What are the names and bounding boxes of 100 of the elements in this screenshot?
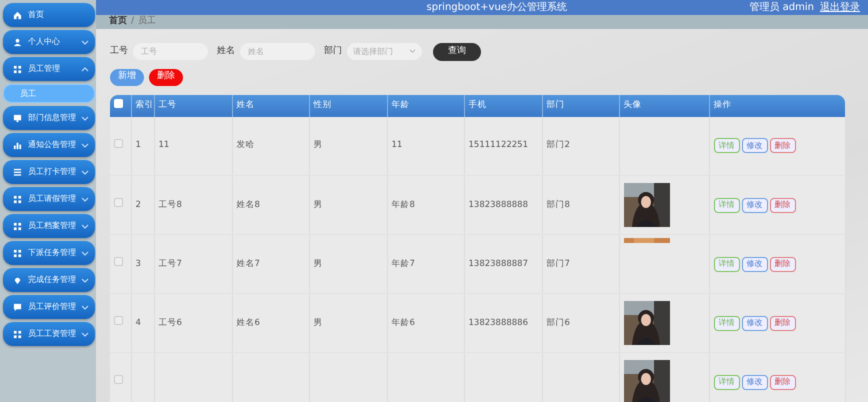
edit-button[interactable]: 修改: [742, 256, 768, 272]
column-header[interactable]: 手机: [468, 100, 486, 110]
sidebar-item[interactable]: 员工档案管理: [3, 214, 95, 238]
table-cell: 部门2: [546, 140, 570, 150]
filter-label: 工号: [110, 44, 128, 58]
column-header[interactable]: 部门: [546, 100, 564, 110]
table-cell: 姓名8: [236, 200, 260, 210]
detail-button[interactable]: 详情: [714, 256, 740, 272]
chevron-down-icon: [81, 169, 89, 175]
delete-button[interactable]: 删除: [770, 198, 796, 212]
grid-icon: [13, 222, 22, 230]
sidebar-item[interactable]: 完成任务管理: [3, 268, 95, 292]
bar-chart-icon: [13, 140, 22, 150]
chevron-down-icon: [81, 304, 89, 310]
grid-icon: [13, 64, 22, 74]
column-header[interactable]: 头像: [624, 100, 642, 110]
table-cell: 男: [314, 200, 322, 210]
edit-button[interactable]: 修改: [742, 316, 768, 330]
sidebar-subitem[interactable]: 员工: [3, 84, 95, 103]
detail-button[interactable]: 详情: [714, 198, 740, 212]
row-checkbox[interactable]: [114, 375, 123, 384]
row-checkbox[interactable]: [114, 198, 123, 208]
filter-label: 姓名: [217, 44, 235, 58]
filter-label: 部门: [324, 44, 342, 58]
column-header[interactable]: 性别: [314, 100, 332, 110]
table-cell: 男: [314, 258, 322, 269]
table-cell: 11: [158, 140, 170, 150]
user-icon: [13, 38, 22, 46]
table-cell: 15111122251: [468, 140, 528, 150]
breadcrumb-item[interactable]: 首页: [109, 15, 127, 28]
grid-icon: [13, 248, 22, 258]
column-header[interactable]: 年龄: [392, 100, 410, 110]
table-cell: 年龄7: [392, 258, 415, 269]
table-cell: 11: [392, 140, 402, 150]
input-field[interactable]: 工号: [133, 43, 208, 60]
comment-icon: [13, 302, 22, 312]
chevron-down-icon: [81, 39, 89, 45]
sidebar-item[interactable]: 员工请假管理: [3, 187, 95, 211]
delete-button[interactable]: 删除: [770, 256, 796, 272]
table-cell: 2: [136, 200, 141, 210]
delete-button[interactable]: 删除: [770, 316, 796, 330]
row-checkbox[interactable]: [114, 257, 123, 266]
sidebar-item[interactable]: 员工工资管理: [3, 322, 95, 346]
table-cell: 13823888887: [468, 258, 528, 269]
chevron-down-icon: [81, 142, 89, 148]
table-cell: 姓名7: [236, 258, 260, 269]
table-cell: 13823888888: [468, 200, 528, 210]
table-cell: 部门8: [546, 200, 570, 210]
detail-button[interactable]: 详情: [714, 316, 740, 330]
table-cell: 年龄6: [392, 318, 415, 328]
edit-button[interactable]: 修改: [742, 198, 768, 212]
table-cell: 13823888886: [468, 318, 528, 328]
sidebar-item[interactable]: 下派任务管理: [3, 241, 95, 265]
sidebar-item[interactable]: 通知公告管理: [3, 133, 95, 157]
table-cell: 姓名6: [236, 318, 260, 328]
select-all-checkbox[interactable]: [114, 98, 123, 108]
add-button[interactable]: 新增: [110, 68, 144, 86]
logout-link[interactable]: 退出登录: [820, 0, 860, 15]
user-label: 管理员 admin: [749, 1, 814, 15]
table-cell: 工号6: [158, 318, 182, 328]
table-cell: 男: [314, 140, 322, 150]
edit-button[interactable]: 修改: [742, 374, 768, 390]
sidebar-item[interactable]: 员工管理: [3, 57, 95, 81]
sidebar-item[interactable]: 部门信息管理: [3, 106, 95, 130]
detail-button[interactable]: 详情: [714, 138, 740, 154]
list-icon: [13, 168, 22, 176]
table-cell: 工号8: [158, 200, 182, 210]
chevron-down-icon: [81, 250, 89, 256]
table-cell: 部门6: [546, 318, 570, 328]
input-field[interactable]: 姓名: [240, 43, 315, 60]
search-button[interactable]: 查询: [433, 42, 481, 60]
sidebar-item[interactable]: 员工评价管理: [3, 295, 95, 319]
column-header[interactable]: 工号: [158, 100, 176, 110]
breadcrumb-separator: /: [131, 15, 134, 28]
monitor-icon: [13, 114, 22, 122]
table-cell: 3: [136, 258, 141, 269]
edit-button[interactable]: 修改: [742, 138, 768, 154]
chevron-down-icon: [81, 223, 89, 229]
table-cell: 年龄8: [392, 200, 415, 210]
column-header[interactable]: 操作: [714, 100, 732, 110]
pin-icon: [13, 276, 22, 284]
sidebar-item[interactable]: 员工打卡管理: [3, 160, 95, 184]
chevron-down-icon: [409, 49, 416, 54]
delete-button[interactable]: 删除: [770, 374, 796, 390]
chevron-down-icon: [81, 115, 89, 121]
delete-button[interactable]: 删除: [770, 138, 796, 154]
row-checkbox[interactable]: [114, 316, 123, 326]
column-header[interactable]: 姓名: [236, 100, 254, 110]
select-field[interactable]: 请选择部门: [347, 43, 422, 60]
table-cell: 部门7: [546, 258, 570, 269]
row-checkbox[interactable]: [114, 138, 123, 148]
table-cell: 工号7: [158, 258, 182, 269]
delete-button[interactable]: 删除: [149, 68, 183, 86]
sidebar-item[interactable]: 个人中心: [3, 30, 95, 54]
chevron-down-icon: [81, 196, 89, 202]
app-title: springboot+vue办公管理系统: [426, 0, 567, 15]
table-cell: 发哈: [236, 140, 254, 150]
sidebar-item[interactable]: 首页: [3, 3, 95, 27]
detail-button[interactable]: 详情: [714, 374, 740, 390]
chevron-down-icon: [81, 277, 89, 283]
